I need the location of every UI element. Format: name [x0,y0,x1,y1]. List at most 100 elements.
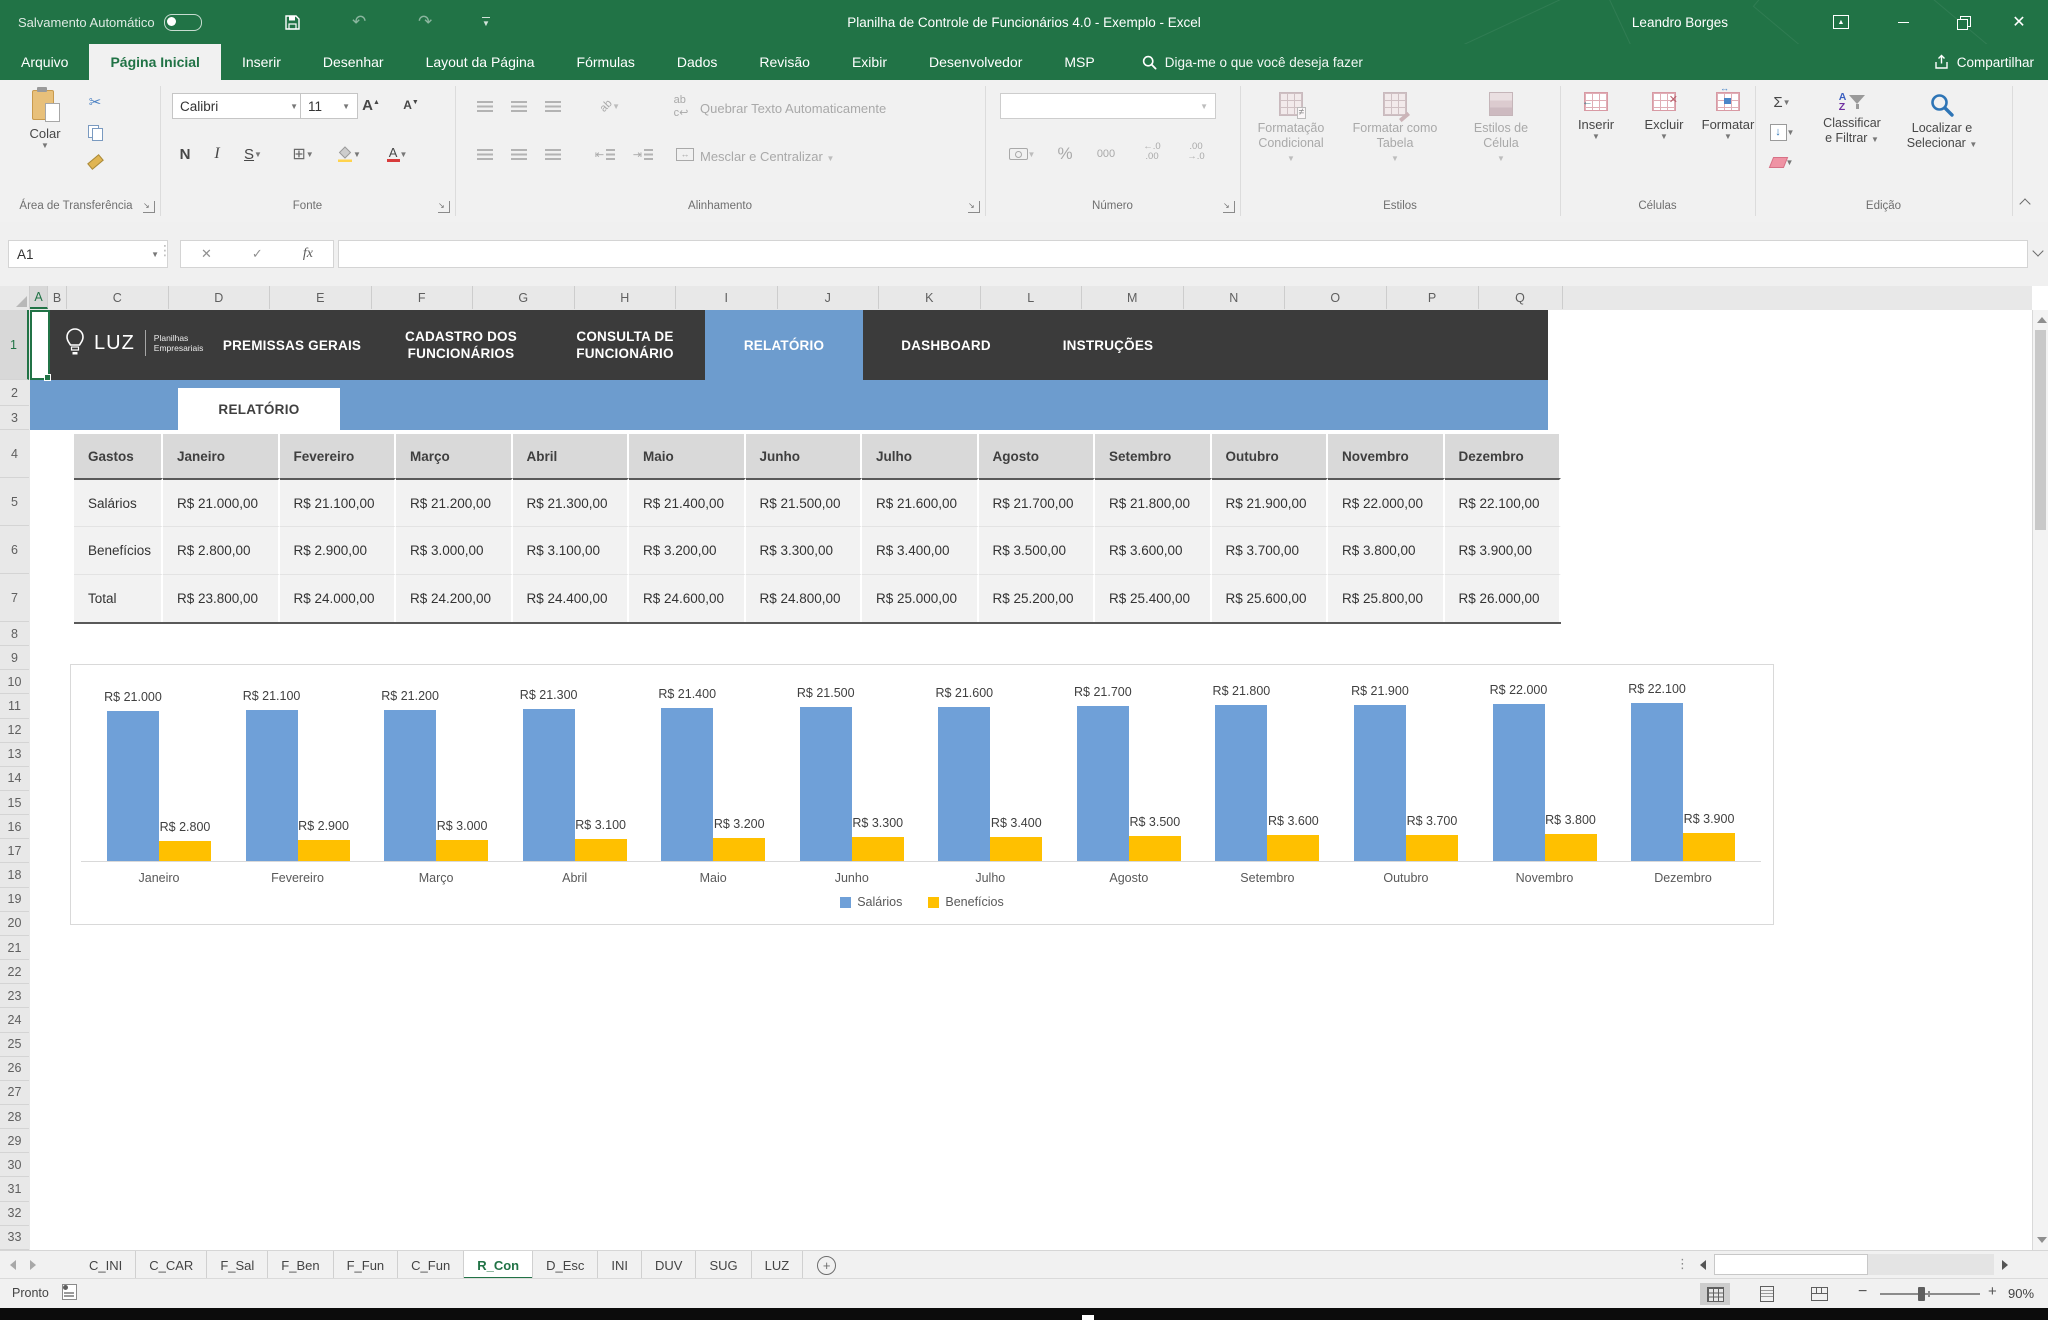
table-cell-value[interactable]: R$ 3.300,00 [746,526,863,574]
row-header-18[interactable]: 18 [0,864,29,888]
menu-tab-fórmulas[interactable]: Fórmulas [556,44,656,80]
row-header-31[interactable]: 31 [0,1177,29,1201]
zoom-slider-thumb[interactable] [1918,1287,1925,1301]
increase-indent-button[interactable]: ⇥ [630,142,656,166]
italic-button[interactable]: I [204,142,230,166]
format-cells-button[interactable]: ↔ Formatar ▼ [1700,92,1756,141]
bar-beneficios-fevereiro[interactable] [298,840,350,861]
autosum-button[interactable]: Σ▼ [1764,90,1800,114]
currency-format-button[interactable]: ▼ [1002,142,1042,166]
fill-button[interactable]: ↓▼ [1764,120,1800,144]
orientation-button[interactable]: ab▼ [592,94,628,118]
fill-handle[interactable] [44,374,51,381]
bar-beneficios-abril[interactable] [575,839,627,861]
row-header-12[interactable]: 12 [0,719,29,743]
row-header-24[interactable]: 24 [0,1008,29,1032]
sheet-tab-d_esc[interactable]: D_Esc [533,1251,598,1279]
menu-tab-desenvolvedor[interactable]: Desenvolvedor [908,44,1043,80]
column-header-A[interactable]: A [30,286,48,309]
row-header-28[interactable]: 28 [0,1105,29,1129]
bar-beneficios-janeiro[interactable] [159,841,211,861]
menu-tab-página-inicial[interactable]: Página Inicial [89,44,220,80]
wrap-text-button[interactable]: Quebrar Texto Automaticamente [700,101,886,116]
column-header-D[interactable]: D [169,286,271,309]
sheet-tab-f_ben[interactable]: F_Ben [268,1251,333,1279]
menu-tab-exibir[interactable]: Exibir [831,44,908,80]
row-header-16[interactable]: 16 [0,815,29,839]
row-header-1[interactable]: 1 [0,310,29,380]
select-all-corner[interactable] [0,286,30,309]
table-header-month[interactable]: Dezembro [1445,434,1562,478]
table-header-month[interactable]: Setembro [1095,434,1212,478]
bar-salarios-dezembro[interactable] [1631,703,1683,861]
nav-item-instruções[interactable]: INSTRUÇÕES [1035,310,1181,380]
row-header-19[interactable]: 19 [0,888,29,912]
align-top-button[interactable] [472,94,498,118]
view-page-break-button[interactable] [1804,1283,1834,1305]
row-header-4[interactable]: 4 [0,430,29,478]
column-header-H[interactable]: H [575,286,677,309]
align-right-button[interactable] [540,142,566,166]
namebox-separator[interactable]: ⋮ [158,242,172,259]
nav-item-cadastro-dos-funcionários[interactable]: CADASTRO DOS FUNCIONÁRIOS [373,310,549,380]
nav-item-relatório[interactable]: RELATÓRIO [705,310,863,380]
clear-button[interactable]: ▼ [1764,150,1800,174]
row-header-30[interactable]: 30 [0,1153,29,1177]
bar-salarios-abril[interactable] [523,709,575,861]
row-header-25[interactable]: 25 [0,1033,29,1057]
legend-item-salários[interactable]: Salários [840,895,902,909]
bar-beneficios-julho[interactable] [990,837,1042,861]
row-header-14[interactable]: 14 [0,767,29,791]
legend-item-benefícios[interactable]: Benefícios [928,895,1003,909]
column-header-O[interactable]: O [1285,286,1387,309]
name-box[interactable]: A1 ▼ [8,240,168,268]
align-left-button[interactable] [472,142,498,166]
column-header-P[interactable]: P [1387,286,1479,309]
table-cell-value[interactable]: R$ 25.600,00 [1212,574,1329,622]
row-header-32[interactable]: 32 [0,1202,29,1226]
column-headers[interactable]: ABCDEFGHIJKLMNOPQ [0,286,2032,311]
sheet-prev-icon[interactable] [10,1260,16,1270]
row-header-33[interactable]: 33 [0,1226,29,1250]
table-cell-value[interactable]: R$ 22.000,00 [1328,478,1445,526]
table-cell-value[interactable]: R$ 2.800,00 [163,526,280,574]
row-header-21[interactable]: 21 [0,936,29,960]
fill-color-button[interactable]: ▼ [332,142,366,166]
row-header-22[interactable]: 22 [0,960,29,984]
table-cell-value[interactable]: R$ 3.100,00 [513,526,630,574]
share-button[interactable]: Compartilhar [1933,44,2034,80]
sort-filter-button[interactable]: AZ Classificare Filtrar ▼ [1812,92,1892,147]
bar-salarios-agosto[interactable] [1077,706,1129,861]
underline-button[interactable]: S▼ [236,142,270,166]
alignment-dialog-launcher[interactable]: ↘ [968,201,980,213]
table-cell-value[interactable]: R$ 21.700,00 [979,478,1096,526]
table-cell-value[interactable]: R$ 3.200,00 [629,526,746,574]
bar-salarios-novembro[interactable] [1493,704,1545,861]
sheet-tab-ini[interactable]: INI [598,1251,642,1279]
table-cell-value[interactable]: R$ 21.100,00 [280,478,397,526]
sheet-tab-f_sal[interactable]: F_Sal [207,1251,268,1279]
delete-cells-button[interactable]: ✕ Excluir ▼ [1636,92,1692,141]
bar-salarios-fevereiro[interactable] [246,710,298,861]
table-cell-value[interactable]: R$ 25.200,00 [979,574,1096,622]
table-cell-value[interactable]: R$ 21.000,00 [163,478,280,526]
align-middle-button[interactable] [506,94,532,118]
row-header-23[interactable]: 23 [0,984,29,1008]
table-cell-value[interactable]: R$ 25.400,00 [1095,574,1212,622]
table-cell-value[interactable]: R$ 21.900,00 [1212,478,1329,526]
borders-button[interactable]: ⊞▼ [286,142,320,166]
bar-salarios-junho[interactable] [800,707,852,861]
decrease-indent-button[interactable]: ⇤ [592,142,618,166]
table-cell-value[interactable]: R$ 25.800,00 [1328,574,1445,622]
bar-salarios-maio[interactable] [661,708,713,861]
row-header-9[interactable]: 9 [0,646,29,670]
expenses-chart[interactable]: R$ 21.000R$ 2.800JaneiroR$ 21.100R$ 2.90… [70,664,1774,925]
column-header-I[interactable]: I [676,286,778,309]
minimize-button[interactable] [1880,0,1926,44]
scroll-down-icon[interactable] [2037,1237,2047,1243]
table-cell-value[interactable]: R$ 3.400,00 [862,526,979,574]
column-header-E[interactable]: E [270,286,372,309]
hscroll-right-icon[interactable] [2002,1260,2008,1270]
chart-legend[interactable]: Salários Benefícios [71,895,1773,909]
column-header-Q[interactable]: Q [1479,286,1563,309]
